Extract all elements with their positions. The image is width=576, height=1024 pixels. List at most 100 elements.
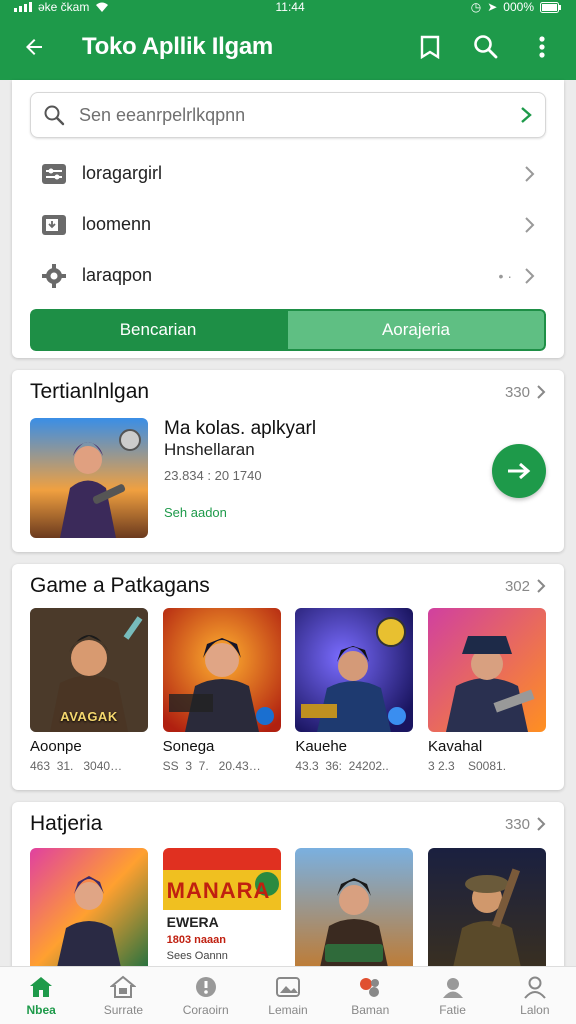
menu-item-label: loragargirl [82, 163, 163, 183]
battery-icon [540, 1, 561, 13]
nav-label: Fatie [439, 1002, 466, 1017]
game-tile[interactable]: AVAGAK Aoonpe 463 31. 3040… [30, 608, 148, 773]
see-more-link[interactable]: 330 [505, 384, 546, 401]
menu-item-2[interactable]: loomenn [30, 199, 546, 250]
loading-dots: • · [498, 267, 512, 284]
category-tile[interactable] [30, 848, 148, 972]
app-developer: Hnshellaran [164, 440, 255, 459]
section-title: Hatjeria [30, 812, 103, 835]
section-title: Game a Patkagans [30, 574, 210, 597]
compass-icon [195, 976, 216, 997]
more-count: 330 [504, 815, 530, 833]
chevron-right-icon [525, 267, 535, 284]
category-icon [295, 848, 414, 972]
search-icon[interactable] [468, 29, 504, 65]
menu-item-3[interactable]: laraqpon • · [30, 250, 546, 301]
chevron-right-icon [537, 579, 546, 593]
page-title: Toko Apllik Ilgam [82, 33, 273, 60]
search-icon [44, 105, 65, 126]
featured-section: Tertianlnlgan 330 Ma kolas. aplkyarl Hns… [12, 370, 564, 552]
nav-compass[interactable]: Coraoirn [165, 967, 247, 1024]
more-count: 330 [504, 383, 530, 401]
bookmark-icon[interactable] [412, 29, 448, 65]
segmented-control: Bencarian Aorajeria [30, 309, 546, 351]
game-meta: SS 3 7. 20.43… [162, 759, 261, 773]
game-name: Kauehe [295, 738, 348, 755]
settings-sliders-icon [40, 160, 68, 188]
status-bar: əke čkam 11:44 ◷ ➤ 000% [0, 0, 576, 14]
games-section: Game a Patkagans 302 AVAGAK Aoonpe 463 3… [12, 564, 564, 790]
chevron-right-icon[interactable] [519, 106, 533, 124]
game-meta: 3 2.3 S0081. [427, 759, 507, 773]
nav-store[interactable]: Surrate [82, 967, 164, 1024]
search-box[interactable] [30, 92, 546, 138]
game-meta: 463 31. 3040… [30, 759, 123, 773]
category-tile[interactable]: MANARA EWERA 1803 naaan Sees Oannn [162, 848, 281, 972]
game-art-text: AVAGAK [60, 709, 118, 724]
menu-item-1[interactable]: loragargirl [30, 148, 546, 199]
search-card: loragargirl loomenn laraqpon • · Bencari… [12, 80, 564, 358]
category-tile[interactable] [295, 848, 414, 972]
account-icon [524, 976, 546, 999]
see-more-link[interactable]: 302 [505, 578, 546, 595]
game-name: Aoonpe [30, 738, 82, 755]
game-name: Sonega [162, 738, 215, 755]
chevron-right-icon [537, 817, 546, 831]
open-button[interactable] [492, 444, 546, 498]
game-icon [295, 608, 414, 732]
menu-item-label: loomenn [82, 214, 152, 234]
nav-label: Baman [351, 1002, 390, 1017]
clock: 11:44 [275, 0, 305, 14]
category-icon [427, 848, 546, 972]
alarm-icon: ◷ [470, 0, 482, 14]
nav-label: Lemain [268, 1002, 308, 1017]
carrier-text: əke čkam [38, 0, 90, 14]
app-meta: 23.834 : 20 1740 [164, 468, 262, 483]
category-art-sub2: 1803 naaan [166, 934, 226, 946]
nav-label: Lalon [520, 1002, 550, 1017]
home-icon [30, 976, 53, 997]
category-section: Hatjeria 330 MANARA EWERA 1803 naaan See… [12, 802, 564, 982]
wifi-icon [96, 2, 109, 12]
more-count: 302 [504, 577, 530, 595]
download-tray-icon [40, 211, 68, 239]
game-icon [162, 608, 281, 732]
nav-label: Nbea [26, 1002, 56, 1017]
nav-photo[interactable]: Lemain [247, 967, 329, 1024]
nav-account[interactable]: Lalon [494, 967, 576, 1024]
signal-icon [14, 2, 32, 12]
category-art-title: MANARA [166, 878, 271, 903]
nav-people[interactable]: Fatie [411, 967, 493, 1024]
category-icon [30, 848, 148, 972]
apps-icon [360, 977, 380, 997]
chevron-right-icon [537, 385, 546, 399]
segment-search[interactable]: Bencarian [30, 309, 286, 351]
battery-percent: 000% [503, 0, 534, 14]
back-arrow-icon[interactable] [16, 29, 52, 65]
chevron-right-icon [525, 216, 535, 233]
game-tile[interactable]: Kavahal 3 2.3 S0081. [427, 608, 546, 773]
nav-label: Coraoirn [182, 1002, 229, 1017]
nav-apps[interactable]: Baman [329, 967, 411, 1024]
category-tile[interactable] [427, 848, 546, 972]
game-tile[interactable]: Sonega SS 3 7. 20.43… [162, 608, 281, 773]
app-name: Ma kolas. aplkyarl [164, 418, 317, 439]
nav-home[interactable]: Nbea [0, 967, 82, 1024]
category-icon: MANARA EWERA 1803 naaan Sees Oannn [162, 848, 281, 972]
segment-category[interactable]: Aorajeria [286, 309, 546, 351]
location-icon: ➤ [487, 0, 498, 14]
gear-icon [40, 262, 68, 290]
category-art-sub3: Sees Oannn [166, 950, 228, 962]
menu-item-label: laraqpon [82, 265, 153, 285]
game-tile[interactable]: Kauehe 43.3 36: 24202.. [295, 608, 414, 773]
search-input[interactable] [79, 104, 519, 126]
category-art-sub: EWERA [166, 914, 219, 930]
arrow-right-icon [508, 462, 531, 480]
see-more-link[interactable]: 330 [505, 816, 546, 833]
section-title: Tertianlnlgan [30, 380, 150, 403]
more-vert-icon[interactable] [524, 29, 560, 65]
app-tag: Seh aadon [164, 505, 227, 520]
bottom-nav: Nbea Surrate Coraoirn Lemain Baman Fatie… [0, 966, 576, 1024]
game-name: Kavahal [427, 738, 483, 755]
featured-app-icon[interactable] [30, 418, 148, 538]
